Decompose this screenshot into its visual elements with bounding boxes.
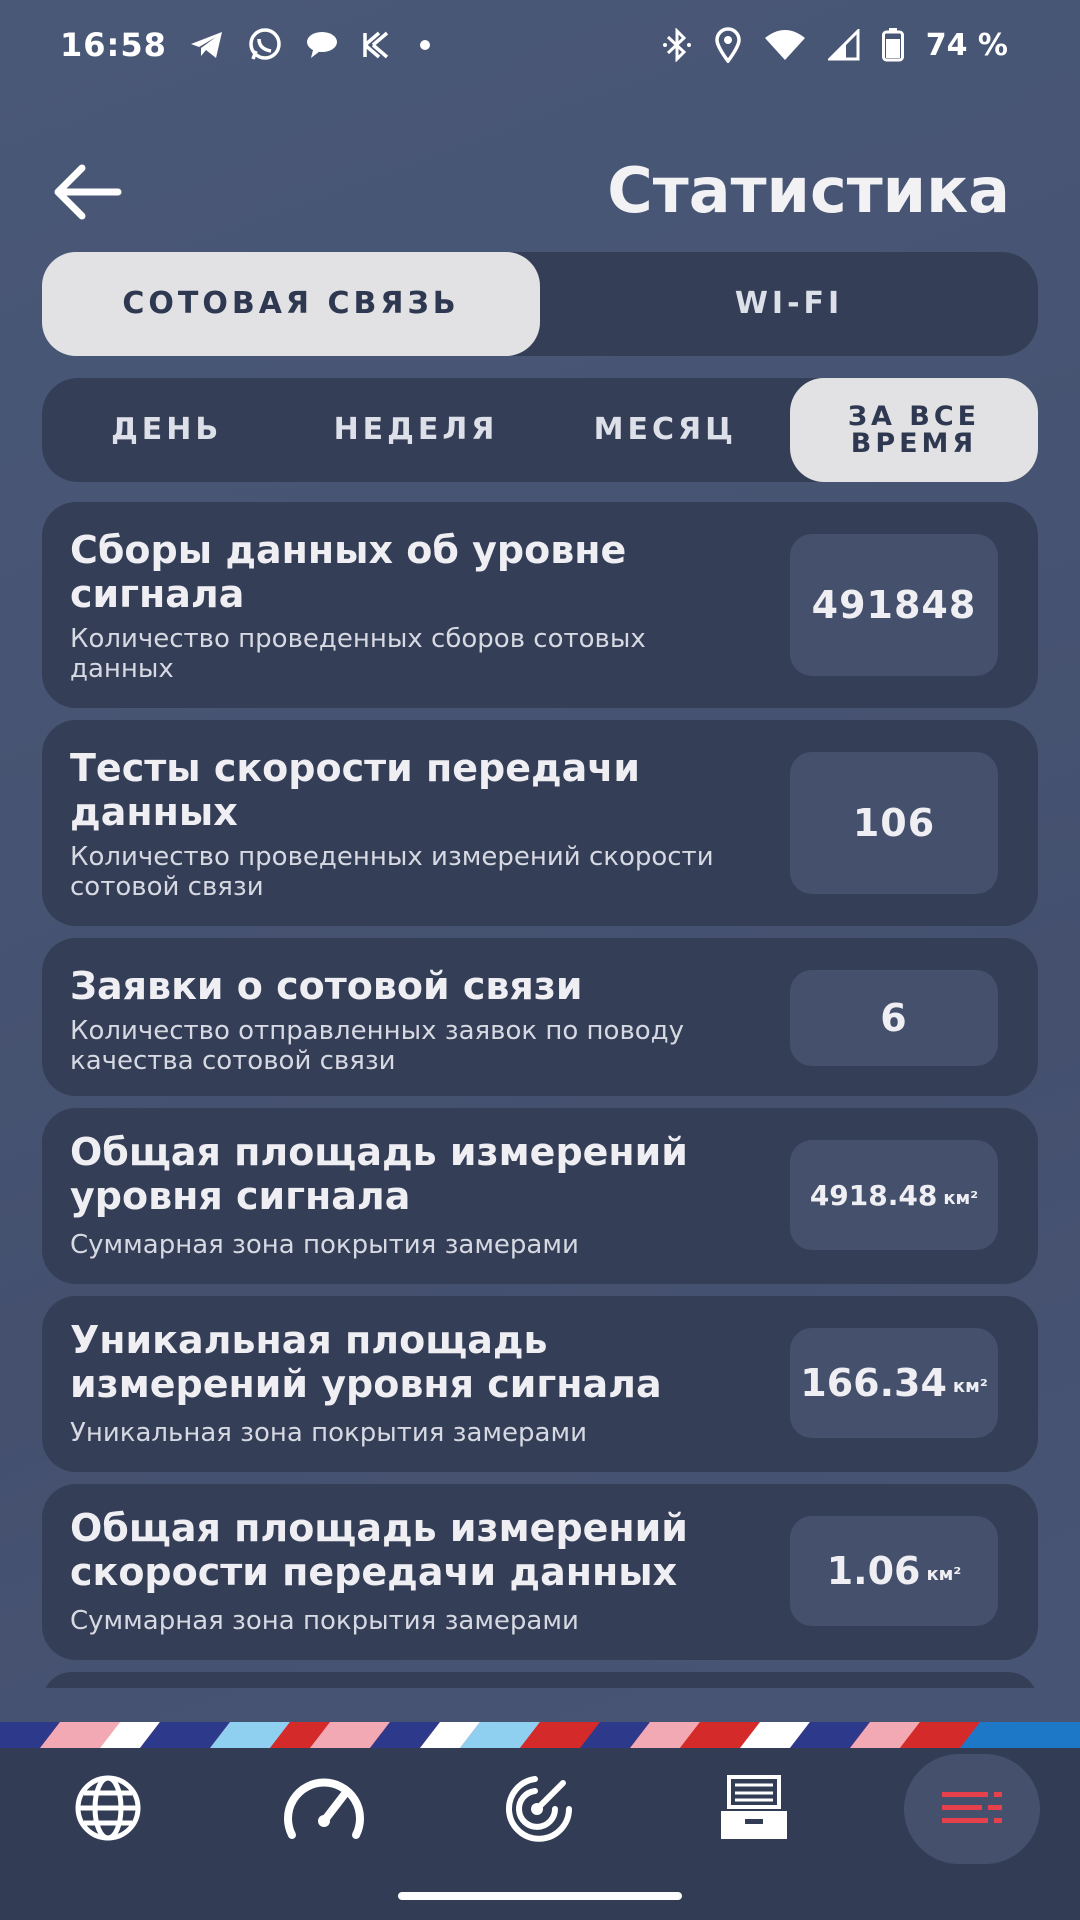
signal-icon — [827, 29, 860, 61]
tab-all-time[interactable]: ЗА ВСЕ ВРЕМЯ — [789, 378, 1038, 482]
stat-card-partial — [42, 1672, 1038, 1688]
stat-card-description: Количество отправленных заявок по поводу… — [70, 1016, 685, 1076]
battery-text: 74 % — [925, 27, 1008, 63]
nav-map-button[interactable] — [48, 1748, 168, 1868]
stats-list[interactable]: Сборы данных об уровне сигнала Количеств… — [42, 502, 1038, 1688]
stat-card-title: Общая площадь измерений уровня сигнала — [70, 1130, 688, 1218]
wifi-icon — [764, 29, 806, 61]
stat-card-description: Количество проведенных измерений скорост… — [70, 842, 714, 902]
stat-card-unique-signal-area: Уникальная площадь измерений уровня сигн… — [42, 1296, 1038, 1472]
stat-card-speed-tests: Тесты скорости передачи данных Количеств… — [42, 720, 1038, 926]
speedometer-icon — [284, 1778, 364, 1839]
stat-card-unit: км² — [926, 1563, 962, 1585]
tab-day[interactable]: ДЕНЬ — [42, 378, 291, 482]
kaspersky-icon — [361, 30, 391, 60]
stat-card-value: 4918.48 — [809, 1178, 938, 1212]
status-left: 16:58 — [60, 26, 437, 64]
home-indicator[interactable] — [398, 1892, 682, 1900]
inbox-icon — [721, 1775, 787, 1839]
stat-card-description: Суммарная зона покрытия замерами — [70, 1230, 579, 1260]
radar-icon — [506, 1776, 572, 1842]
page-title: Статистика — [607, 154, 1010, 227]
nav-archive-button[interactable] — [694, 1748, 814, 1868]
decorative-stripe — [0, 1722, 1080, 1748]
stat-card-value: 6 — [880, 996, 908, 1040]
stat-card-value: 491848 — [811, 583, 977, 627]
nav-menu-button[interactable] — [912, 1748, 1032, 1868]
telegram-icon — [189, 29, 225, 61]
tab-week[interactable]: НЕДЕЛЯ — [291, 378, 540, 482]
stat-card-value-box: 491848 — [790, 534, 998, 676]
network-type-tabs: СОТОВАЯ СВЯЗЬ WI-FI — [42, 252, 1038, 356]
back-button[interactable] — [52, 162, 132, 226]
battery-icon — [881, 28, 904, 62]
stat-card-value-box: 6 — [790, 970, 998, 1066]
status-right: 74 % — [662, 27, 1008, 63]
menu-icon — [942, 1792, 1002, 1823]
stat-card-signal-collections: Сборы данных об уровне сигнала Количеств… — [42, 502, 1038, 708]
stat-card-unit: км² — [943, 1187, 979, 1209]
nav-radar-button[interactable] — [480, 1748, 600, 1868]
stat-card-description: Уникальная зона покрытия замерами — [70, 1418, 587, 1448]
stat-card-value-box: 166.34 км² — [790, 1328, 998, 1438]
period-tabs: ДЕНЬ НЕДЕЛЯ МЕСЯЦ ЗА ВСЕ ВРЕМЯ — [42, 378, 1038, 482]
status-time: 16:58 — [60, 26, 167, 64]
stat-card-unit: км² — [952, 1375, 988, 1397]
stat-card-title: Сборы данных об уровне сигнала — [70, 528, 627, 616]
header: Статистика — [0, 140, 1080, 250]
stat-card-value-box: 1.06 км² — [790, 1516, 998, 1626]
stat-card-cellular-requests: Заявки о сотовой связи Количество отправ… — [42, 938, 1038, 1096]
stat-card-title: Заявки о сотовой связи — [70, 964, 583, 1008]
stat-card-value-box: 106 — [790, 752, 998, 894]
stat-card-total-speed-area: Общая площадь измерений скорости передач… — [42, 1484, 1038, 1660]
location-icon — [714, 27, 742, 63]
globe-icon — [75, 1775, 141, 1841]
status-bar: 16:58 74 % — [0, 0, 1080, 90]
whatsapp-icon — [247, 27, 283, 63]
tab-cellular[interactable]: СОТОВАЯ СВЯЗЬ — [42, 252, 540, 356]
chat-icon — [305, 30, 339, 60]
stat-card-title: Уникальная площадь измерений уровня сигн… — [70, 1318, 662, 1406]
stat-card-value: 1.06 — [826, 1549, 921, 1593]
stat-card-value: 106 — [852, 801, 936, 845]
tab-wifi[interactable]: WI-FI — [540, 252, 1038, 356]
stat-card-description: Суммарная зона покрытия замерами — [70, 1606, 579, 1636]
stat-card-description: Количество проведенных сборов сотовых да… — [70, 624, 646, 684]
nav-speedtest-button[interactable] — [264, 1748, 384, 1868]
tab-month[interactable]: МЕСЯЦ — [541, 378, 790, 482]
arrow-left-icon — [54, 164, 122, 220]
stat-card-value: 166.34 — [800, 1361, 947, 1405]
stat-card-title: Тесты скорости передачи данных — [70, 746, 641, 834]
bluetooth-icon — [662, 28, 692, 62]
stat-card-title: Общая площадь измерений скорости передач… — [70, 1506, 688, 1594]
stat-card-value-box: 4918.48 км² — [790, 1140, 998, 1250]
dot-icon — [413, 33, 437, 57]
stat-card-total-signal-area: Общая площадь измерений уровня сигнала С… — [42, 1108, 1038, 1284]
